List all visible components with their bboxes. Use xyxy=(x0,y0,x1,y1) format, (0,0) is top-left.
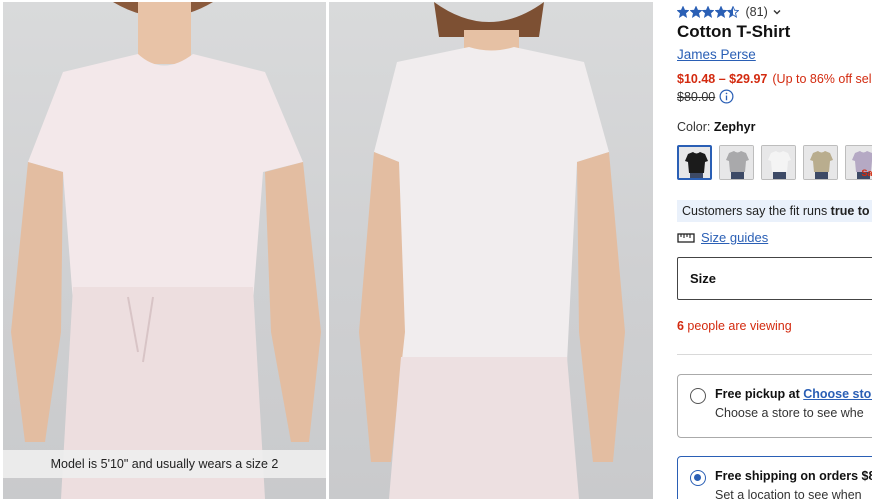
product-title: Cotton T-Shirt xyxy=(677,22,791,41)
swatch-olive[interactable] xyxy=(803,145,838,180)
divider xyxy=(677,354,872,355)
sale-badge: Sale xyxy=(861,168,872,178)
product-image-front[interactable]: Model is 5'10" and usually wears a size … xyxy=(3,2,326,499)
swatch-black[interactable] xyxy=(677,145,712,180)
discount-text: (Up to 86% off sel xyxy=(772,72,872,86)
size-select[interactable]: Size xyxy=(677,257,872,300)
rating-summary[interactable]: (81) xyxy=(677,3,782,21)
info-icon[interactable] xyxy=(719,89,734,104)
pickup-option[interactable]: Free pickup at Choose store Choose a sto… xyxy=(677,374,872,438)
model-front-illustration xyxy=(11,2,321,499)
fit-value: true to xyxy=(830,204,870,218)
viewing-count: 6 xyxy=(677,319,684,333)
swatch-heather-grey[interactable] xyxy=(719,145,754,180)
choose-store-link[interactable]: Choose store xyxy=(803,387,872,401)
color-label-row: Color: Zephyr xyxy=(677,120,756,134)
color-label: Color: xyxy=(677,120,714,134)
review-count: (81) xyxy=(745,5,768,19)
pickup-title: Free pickup at xyxy=(715,387,804,401)
ruler-icon xyxy=(677,232,695,243)
shipping-title: Free shipping on orders $89+ xyxy=(715,469,872,483)
color-swatches: Sale xyxy=(677,145,872,180)
color-name: Zephyr xyxy=(713,120,756,134)
star-icon xyxy=(689,6,702,18)
star-icon xyxy=(727,6,739,18)
swatch-lavender[interactable]: Sale xyxy=(845,145,872,180)
price-range: $10.48 – $29.97 xyxy=(677,72,768,86)
pickup-radio[interactable] xyxy=(690,388,706,404)
swatch-thumbnail xyxy=(679,147,710,178)
shipping-subtitle: Set a location to see when xyxy=(715,488,862,499)
shipping-option[interactable]: Free shipping on orders $89+ Set a locat… xyxy=(677,456,872,499)
star-icon xyxy=(677,6,689,18)
brand-link[interactable]: James Perse xyxy=(677,47,756,62)
fit-banner: Customers say the fit runs true to xyxy=(677,200,872,222)
swatch-thumbnail xyxy=(720,146,753,179)
fit-text: Customers say the fit runs xyxy=(682,204,831,218)
pickup-title-row: Free pickup at Choose store xyxy=(715,387,872,401)
price-row: $10.48 – $29.97 (Up to 86% off sel xyxy=(677,72,872,86)
chevron-down-icon xyxy=(773,10,781,15)
compare-price-row: $80.00 xyxy=(677,89,734,104)
star-icon xyxy=(702,6,714,18)
rating-stars xyxy=(677,6,740,18)
product-image-back[interactable] xyxy=(329,2,653,499)
viewers-notice: 6 people are viewing xyxy=(677,319,792,333)
size-guide-row[interactable]: Size guides xyxy=(677,230,768,245)
model-size-caption: Model is 5'10" and usually wears a size … xyxy=(3,450,326,478)
product-details-panel: (81) Cotton T-Shirt James Perse $10.48 –… xyxy=(677,0,872,499)
compare-price: $80.00 xyxy=(677,89,716,104)
shipping-radio[interactable] xyxy=(690,470,706,486)
size-guide-link[interactable]: Size guides xyxy=(701,230,768,245)
viewing-text: people are viewing xyxy=(683,319,792,333)
model-back-illustration xyxy=(359,2,625,499)
swatch-thumbnail xyxy=(804,146,837,179)
pickup-subtitle: Choose a store to see whe xyxy=(715,406,864,420)
swatch-white[interactable] xyxy=(761,145,796,180)
swatch-thumbnail xyxy=(762,146,795,179)
star-icon xyxy=(714,6,727,18)
